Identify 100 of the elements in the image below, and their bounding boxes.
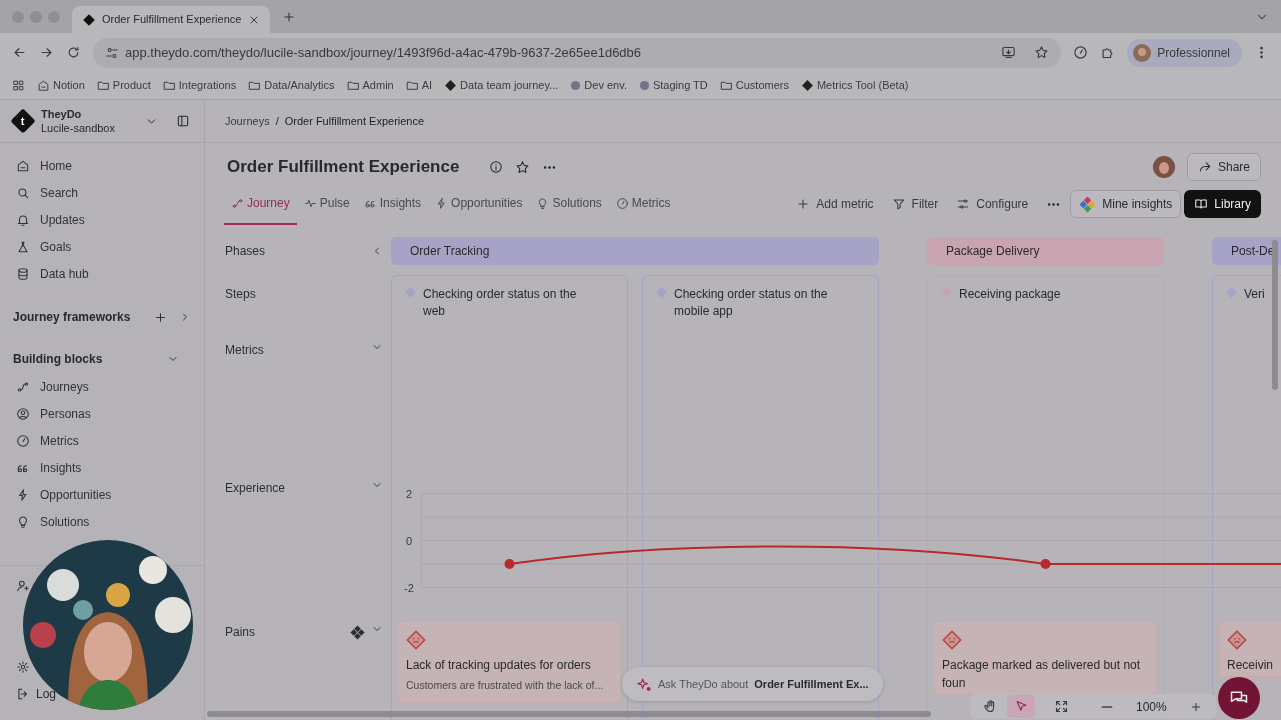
share-button[interactable]: Share (1186, 153, 1261, 181)
mine-insights-button[interactable]: Mine insights (1070, 190, 1182, 218)
sidebar-item[interactable]: Search (0, 179, 204, 206)
step-title: Checking order status on the mobile app (674, 286, 829, 320)
apps-icon[interactable] (12, 79, 25, 92)
sidebar-item[interactable]: Updates (0, 206, 204, 233)
breadcrumb-separator: / (275, 113, 279, 129)
breadcrumb-link[interactable]: Journeys (225, 112, 270, 130)
tab[interactable]: Opportunities (428, 183, 530, 225)
phase-name: Package Delivery (946, 243, 1040, 260)
favorite-star-icon[interactable] (515, 159, 531, 175)
sidebar-item[interactable]: Metrics (0, 427, 204, 454)
sidebar-item[interactable]: Log (16, 684, 57, 703)
sidebar-item[interactable]: Solutions (0, 508, 204, 535)
ask-subject: Order Fulfillment Ex... (754, 676, 869, 692)
ask-ai-bar[interactable]: Ask TheyDo about Order Fulfillment Ex... (622, 667, 883, 701)
folder-icon (162, 79, 176, 92)
pain-card[interactable]: Lack of tracking updates for orders Customers are frustrated with the lack of... (397, 621, 622, 703)
toolbar-button[interactable]: Configure (950, 194, 1035, 214)
home-icon (37, 79, 50, 92)
library-button[interactable]: Library (1184, 190, 1261, 218)
ai-icon (1079, 195, 1097, 213)
toolbar-button[interactable]: Filter (885, 194, 945, 214)
add-icon[interactable] (154, 310, 167, 324)
sidebar-item[interactable]: Insights (0, 454, 204, 481)
pain-card[interactable]: Receivin (1218, 621, 1281, 677)
section-heading: Journey frameworks (13, 309, 132, 326)
sidebar-item[interactable]: Home (0, 152, 204, 179)
avatar (1152, 156, 1175, 178)
forward-icon[interactable] (39, 45, 54, 60)
sidebar-item[interactable]: Journeys (0, 373, 204, 400)
row-label: Phases (225, 243, 267, 260)
bookmark[interactable]: Product (96, 77, 151, 94)
bookmark[interactable]: Customers (719, 77, 789, 94)
bookmark[interactable]: Notion (37, 77, 85, 94)
person-add-icon[interactable] (16, 578, 30, 593)
extension-icon[interactable] (1073, 45, 1089, 60)
sidebar-item[interactable]: Opportunities (0, 481, 204, 508)
ask-prompt: Ask TheyDo about (658, 676, 749, 692)
sad-face-icon (406, 630, 426, 650)
tab[interactable]: Pulse (296, 183, 357, 225)
horizontal-scrollbar[interactable] (207, 711, 931, 717)
tab-icon (615, 196, 629, 210)
data-point[interactable] (1040, 559, 1051, 569)
sidebar-toggle-icon[interactable] (176, 114, 190, 128)
sidebar-item[interactable]: Data hub (0, 260, 204, 287)
vertical-scrollbar[interactable] (1272, 240, 1278, 390)
folder-icon (248, 79, 262, 92)
bookmark[interactable]: Data/Analytics (248, 77, 335, 94)
nav-icon (16, 239, 30, 254)
site-settings-icon[interactable] (105, 45, 119, 60)
sidebar-item[interactable]: Personas (0, 400, 204, 427)
info-icon[interactable] (489, 160, 504, 174)
data-point[interactable] (504, 559, 515, 569)
phase-bar[interactable]: Package Delivery (927, 237, 1164, 265)
bookmark[interactable]: AI (405, 77, 433, 94)
logo: t (10, 108, 36, 134)
tab-icon (231, 196, 244, 210)
pain-card[interactable]: Package marked as delivered but not foun (933, 621, 1158, 695)
profile-button[interactable]: Professionnel (1127, 38, 1242, 67)
tab[interactable]: Insights (356, 183, 429, 225)
gear-icon[interactable] (16, 659, 30, 674)
reload-icon[interactable] (66, 45, 81, 60)
back-icon[interactable] (12, 45, 27, 60)
bookmark[interactable]: Data team journey... (444, 77, 559, 94)
address-bar[interactable]: app.theydo.com/theydo/lucile-sandbox/journey/1493f96d-a4ac-479b-9637-2e65ee1d6db6 (93, 37, 1062, 68)
toolbar-button[interactable]: Add metric (790, 194, 880, 214)
nav-icon (16, 212, 30, 227)
sad-face-icon (1227, 630, 1247, 650)
site-icon (638, 80, 650, 91)
browser-tab[interactable]: Order Fulfillment Experience (72, 6, 270, 33)
ai-icon (350, 625, 365, 641)
tab[interactable]: Journey (224, 183, 297, 225)
bookmark[interactable]: Integrations (162, 77, 237, 94)
project-name: Lucile-sandbox (41, 121, 116, 135)
folder-icon (405, 79, 419, 92)
tab[interactable]: Metrics (608, 183, 678, 225)
chat-button[interactable] (1218, 677, 1260, 719)
axis-tick-label: 0 (405, 534, 413, 547)
bookmark[interactable]: Staging TD (638, 77, 708, 94)
pain-title: Package marked as delivered but not foun (942, 657, 1142, 692)
bookmark-star-icon[interactable] (1034, 45, 1050, 60)
phase-bar[interactable]: Order Tracking (391, 237, 879, 265)
folder-icon (719, 79, 733, 92)
row-label: Steps (225, 286, 257, 303)
install-icon[interactable] (1001, 45, 1017, 60)
nav-icon (16, 487, 30, 502)
pain-title: Receivin (1227, 657, 1275, 674)
bookmark[interactable]: Admin (346, 77, 394, 94)
workspace-name: TheyDo (41, 107, 83, 121)
pointer-tool-button[interactable] (1007, 695, 1035, 718)
sidebar-item[interactable]: Goals (0, 233, 204, 260)
bookmark[interactable]: Metrics Tool (Beta) (800, 77, 909, 94)
bookmark[interactable]: Dev env. (570, 77, 627, 94)
logout-icon (16, 686, 30, 701)
action-icon (796, 197, 811, 211)
step-title: Receiving package (959, 286, 1061, 303)
tab[interactable]: Solutions (529, 183, 609, 225)
nav-icon (16, 158, 30, 173)
tab-title: Order Fulfillment Experience (102, 12, 242, 28)
